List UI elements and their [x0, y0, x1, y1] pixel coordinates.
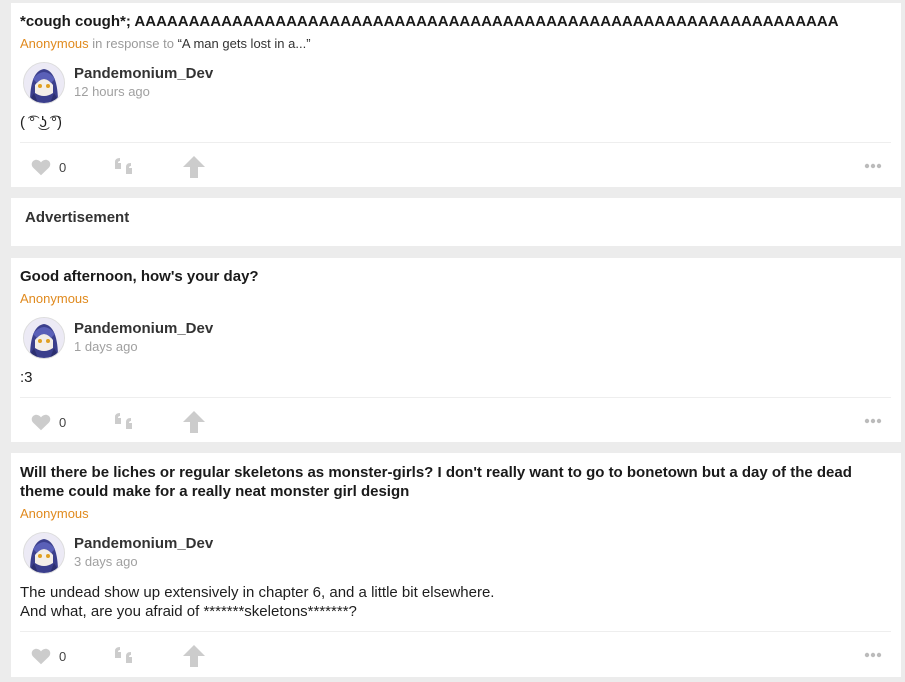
advertisement-label: Advertisement	[25, 209, 130, 226]
post-card: Will there be liches or regular skeleton…	[11, 453, 901, 677]
answer-line: ( ͡° ͜ʖ ͡°)	[20, 114, 62, 131]
answers-feed: *cough cough*; AAAAAAAAAAAAAAAAAAAAAAAAA…	[0, 0, 905, 682]
question-title[interactable]: Good afternoon, how's your day?	[20, 267, 861, 286]
divider	[20, 397, 891, 398]
avatar[interactable]	[23, 532, 65, 574]
answer-text: ( ͡° ͜ʖ ͡°)	[20, 113, 881, 132]
post-actions: 0	[11, 411, 901, 435]
timestamp: 12 hours ago	[74, 84, 150, 99]
asker-line: Anonymous in response to “A man gets los…	[20, 36, 311, 52]
avatar-image	[24, 63, 64, 103]
asker-name: Anonymous	[20, 291, 89, 306]
like-count: 0	[59, 649, 67, 664]
heart-icon[interactable]	[30, 411, 52, 433]
post-actions: 0	[11, 645, 901, 669]
avatar[interactable]	[23, 317, 65, 359]
author-name[interactable]: Pandemonium_Dev	[74, 320, 213, 338]
asker-name: Anonymous	[20, 506, 89, 521]
asker-name: Anonymous	[20, 36, 89, 51]
advertisement-card: Advertisement	[11, 198, 901, 246]
answer-line: :3	[20, 369, 33, 386]
answer-line: And what, are you afraid of *******skele…	[20, 603, 357, 620]
heart-icon[interactable]	[30, 645, 52, 667]
avatar-image	[24, 318, 64, 358]
avatar-image	[24, 533, 64, 573]
in-response-label: in response to	[92, 36, 174, 51]
quote-icon[interactable]	[113, 646, 137, 668]
asker-line: Anonymous	[20, 506, 89, 522]
author-name[interactable]: Pandemonium_Dev	[74, 535, 213, 553]
share-arrow-icon[interactable]	[183, 645, 205, 667]
more-dots-icon[interactable]	[864, 652, 882, 658]
post-card: *cough cough*; AAAAAAAAAAAAAAAAAAAAAAAAA…	[11, 3, 901, 187]
post-actions: 0	[11, 156, 901, 180]
share-arrow-icon[interactable]	[183, 411, 205, 433]
timestamp: 1 days ago	[74, 339, 138, 354]
heart-icon[interactable]	[30, 156, 52, 178]
asker-line: Anonymous	[20, 291, 89, 307]
question-title[interactable]: Will there be liches or regular skeleton…	[20, 463, 861, 501]
answer-text: The undead show up extensively in chapte…	[20, 583, 881, 621]
divider	[20, 631, 891, 632]
author-name[interactable]: Pandemonium_Dev	[74, 65, 213, 83]
like-count: 0	[59, 415, 67, 430]
quote-icon[interactable]	[113, 157, 137, 179]
answer-text: :3	[20, 368, 881, 387]
like-count: 0	[59, 160, 67, 175]
more-dots-icon[interactable]	[864, 418, 882, 424]
post-card: Good afternoon, how's your day? Anonymou…	[11, 258, 901, 442]
share-arrow-icon[interactable]	[183, 156, 205, 178]
answer-line: The undead show up extensively in chapte…	[20, 584, 495, 601]
timestamp: 3 days ago	[74, 554, 138, 569]
more-dots-icon[interactable]	[864, 163, 882, 169]
question-title[interactable]: *cough cough*; AAAAAAAAAAAAAAAAAAAAAAAAA…	[20, 12, 861, 31]
divider	[20, 142, 891, 143]
quote-icon[interactable]	[113, 412, 137, 434]
avatar[interactable]	[23, 62, 65, 104]
response-quote-link[interactable]: “A man gets lost in a...”	[178, 36, 311, 51]
